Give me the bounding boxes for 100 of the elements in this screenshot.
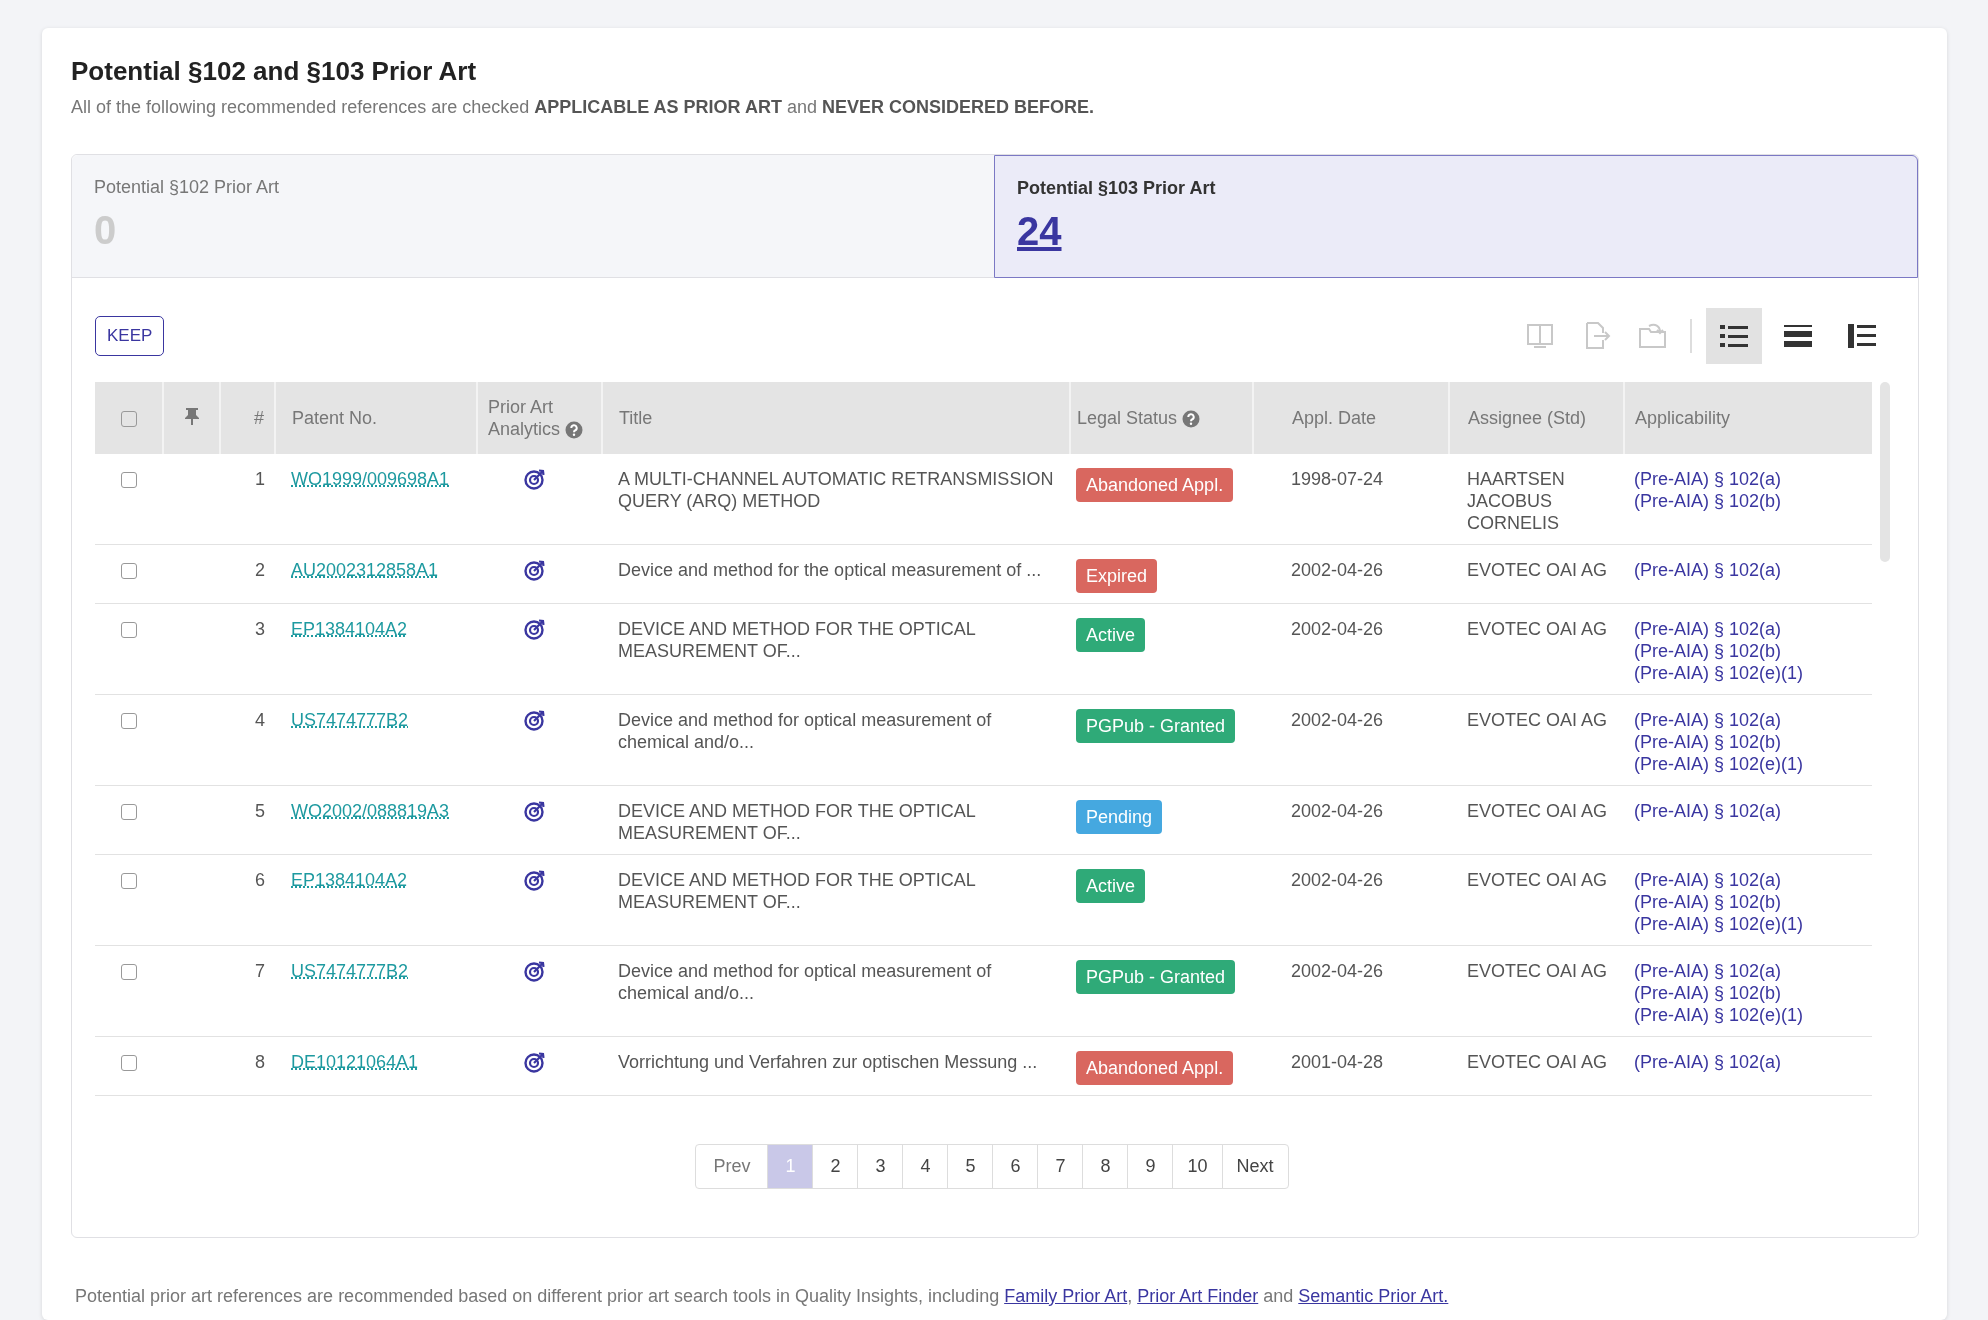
page-button[interactable]: 6	[992, 1144, 1039, 1189]
assignee-cell: EVOTEC OAI AG	[1449, 945, 1624, 1037]
row-checkbox[interactable]	[121, 873, 137, 890]
page-button[interactable]: 3	[857, 1144, 904, 1189]
applicability-link[interactable]: (Pre-AIA) § 102(a)	[1634, 960, 1863, 982]
date-cell: 2002-04-26	[1253, 854, 1449, 946]
page-title: Potential §102 and §103 Prior Art	[71, 56, 478, 87]
date-cell: 2002-04-26	[1253, 785, 1449, 855]
scrollbar[interactable]	[1880, 382, 1890, 562]
status-badge: PGPub - Granted	[1076, 960, 1236, 994]
footer-link[interactable]: Semantic Prior Art.	[1298, 1286, 1449, 1306]
footer-link[interactable]: Prior Art Finder	[1137, 1286, 1259, 1306]
applicability-link[interactable]: (Pre-AIA) § 102(b)	[1634, 982, 1863, 1004]
applicability-link[interactable]: (Pre-AIA) § 102(a)	[1634, 468, 1863, 490]
footer-link[interactable]: Family Prior Art	[1004, 1286, 1128, 1306]
column-header[interactable]: Applicability	[1624, 382, 1873, 454]
column-header[interactable]: #	[220, 382, 275, 454]
prev-button[interactable]: Prev	[695, 1144, 769, 1189]
row-number: 2	[220, 544, 275, 604]
tab-label: Potential §102 Prior Art	[94, 177, 281, 198]
column-header[interactable]: Assignee (Std)	[1449, 382, 1624, 454]
applicability-link[interactable]: (Pre-AIA) § 102(e)(1)	[1634, 913, 1863, 935]
assignee-cell: EVOTEC OAI AG	[1449, 694, 1624, 786]
keep-button[interactable]: KEEP	[95, 316, 165, 356]
status-badge: Active	[1076, 618, 1146, 652]
row-number: 4	[220, 694, 275, 786]
help-icon[interactable]	[565, 421, 584, 440]
status-badge: PGPub - Granted	[1076, 709, 1236, 743]
row-checkbox[interactable]	[121, 964, 137, 981]
assignee-cell: HAARTSEN JACOBUS CORNELIS	[1449, 454, 1624, 545]
page-button[interactable]: 2	[812, 1144, 859, 1189]
applicability-link[interactable]: (Pre-AIA) § 102(a)	[1634, 869, 1863, 891]
analytics-target-icon[interactable]	[523, 800, 546, 822]
page-button[interactable]: 5	[947, 1144, 994, 1189]
analytics-target-icon[interactable]	[523, 960, 546, 982]
footer-text: Potential prior art references are recommended based on different prior art search tools in Quality Insights, including	[75, 1286, 1001, 1306]
column-header[interactable]: Appl. Date	[1253, 382, 1449, 454]
applicability-link[interactable]: (Pre-AIA) § 102(a)	[1634, 709, 1863, 731]
page-button[interactable]: 10	[1172, 1144, 1223, 1189]
column-header[interactable]: Title	[602, 382, 1070, 454]
applicability-link[interactable]: (Pre-AIA) § 102(b)	[1634, 640, 1863, 662]
date-cell: 1998-07-24	[1253, 454, 1449, 545]
row-checkbox[interactable]	[121, 1055, 137, 1072]
title-cell: DEVICE AND METHOD FOR THE OPTICAL MEASUREMENT OF...	[602, 603, 1070, 695]
title-cell: A MULTI-CHANNEL AUTOMATIC RETRANSMISSION QUERY (ARQ) METHOD	[602, 454, 1070, 545]
row-number: 6	[220, 854, 275, 946]
applicability-link[interactable]: (Pre-AIA) § 102(e)(1)	[1634, 753, 1863, 775]
date-cell: 2002-04-26	[1253, 544, 1449, 604]
applicability-link[interactable]: (Pre-AIA) § 102(e)(1)	[1634, 662, 1863, 684]
row-number: 7	[220, 945, 275, 1037]
page-button[interactable]: 9	[1127, 1144, 1174, 1189]
analytics-target-icon[interactable]	[523, 468, 546, 490]
applicability-link[interactable]: (Pre-AIA) § 102(a)	[1634, 800, 1863, 822]
applicability-link[interactable]: (Pre-AIA) § 102(b)	[1634, 891, 1863, 913]
date-cell: 2002-04-26	[1253, 694, 1449, 786]
tab-count: 24	[1017, 209, 1062, 254]
status-badge: Abandoned Appl.	[1076, 468, 1234, 502]
row-checkbox[interactable]	[121, 472, 137, 489]
pin-icon[interactable]	[184, 406, 199, 425]
assignee-cell: EVOTEC OAI AG	[1449, 1036, 1624, 1096]
list-view-icon[interactable]	[1706, 308, 1762, 364]
applicability-link[interactable]: (Pre-AIA) § 102(a)	[1634, 1051, 1863, 1073]
select-all-checkbox[interactable]	[120, 411, 137, 428]
row-checkbox[interactable]	[121, 622, 137, 639]
status-badge: Active	[1076, 869, 1146, 903]
next-button[interactable]: Next	[1221, 1144, 1289, 1189]
status-badge: Expired	[1076, 559, 1158, 593]
column-header[interactable]: Legal Status	[1070, 382, 1253, 454]
date-cell: 2001-04-28	[1253, 1036, 1449, 1096]
applicability-link[interactable]: (Pre-AIA) § 102(b)	[1634, 731, 1863, 753]
row-checkbox[interactable]	[121, 713, 137, 730]
analytics-target-icon[interactable]	[523, 618, 546, 640]
analytics-target-icon[interactable]	[523, 709, 546, 731]
assignee-cell: EVOTEC OAI AG	[1449, 785, 1624, 855]
help-icon[interactable]	[1182, 410, 1201, 429]
analytics-target-icon[interactable]	[523, 559, 546, 581]
status-badge: Abandoned Appl.	[1076, 1051, 1234, 1085]
column-header[interactable]: Patent No.	[275, 382, 477, 454]
analytics-target-icon[interactable]	[523, 1051, 546, 1073]
page-button[interactable]: 7	[1037, 1144, 1084, 1189]
column-header[interactable]: Prior Art Analytics	[477, 382, 602, 454]
applicability-link[interactable]: (Pre-AIA) § 102(e)(1)	[1634, 1004, 1863, 1026]
assignee-cell: EVOTEC OAI AG	[1449, 544, 1624, 604]
title-cell: DEVICE AND METHOD FOR THE OPTICAL MEASUREMENT OF...	[602, 785, 1070, 855]
page-button[interactable]: 8	[1082, 1144, 1129, 1189]
row-number: 3	[220, 603, 275, 695]
footer-separator: and	[1262, 1286, 1295, 1306]
row-number: 1	[220, 454, 275, 545]
applicability-link[interactable]: (Pre-AIA) § 102(a)	[1634, 618, 1863, 640]
row-checkbox[interactable]	[121, 563, 137, 580]
applicability-link[interactable]: (Pre-AIA) § 102(a)	[1634, 559, 1863, 581]
assignee-cell: EVOTEC OAI AG	[1449, 603, 1624, 695]
analytics-target-icon[interactable]	[523, 869, 546, 891]
row-checkbox[interactable]	[121, 804, 137, 821]
title-cell: Device and method for the optical measurement of ...	[602, 544, 1070, 604]
category-tab[interactable]: Potential §103 Prior Art 24	[994, 155, 1918, 278]
page-button[interactable]: 4	[902, 1144, 949, 1189]
tab-label: Potential §103 Prior Art	[1017, 178, 1217, 199]
status-badge: Pending	[1076, 800, 1163, 834]
applicability-link[interactable]: (Pre-AIA) § 102(b)	[1634, 490, 1863, 512]
